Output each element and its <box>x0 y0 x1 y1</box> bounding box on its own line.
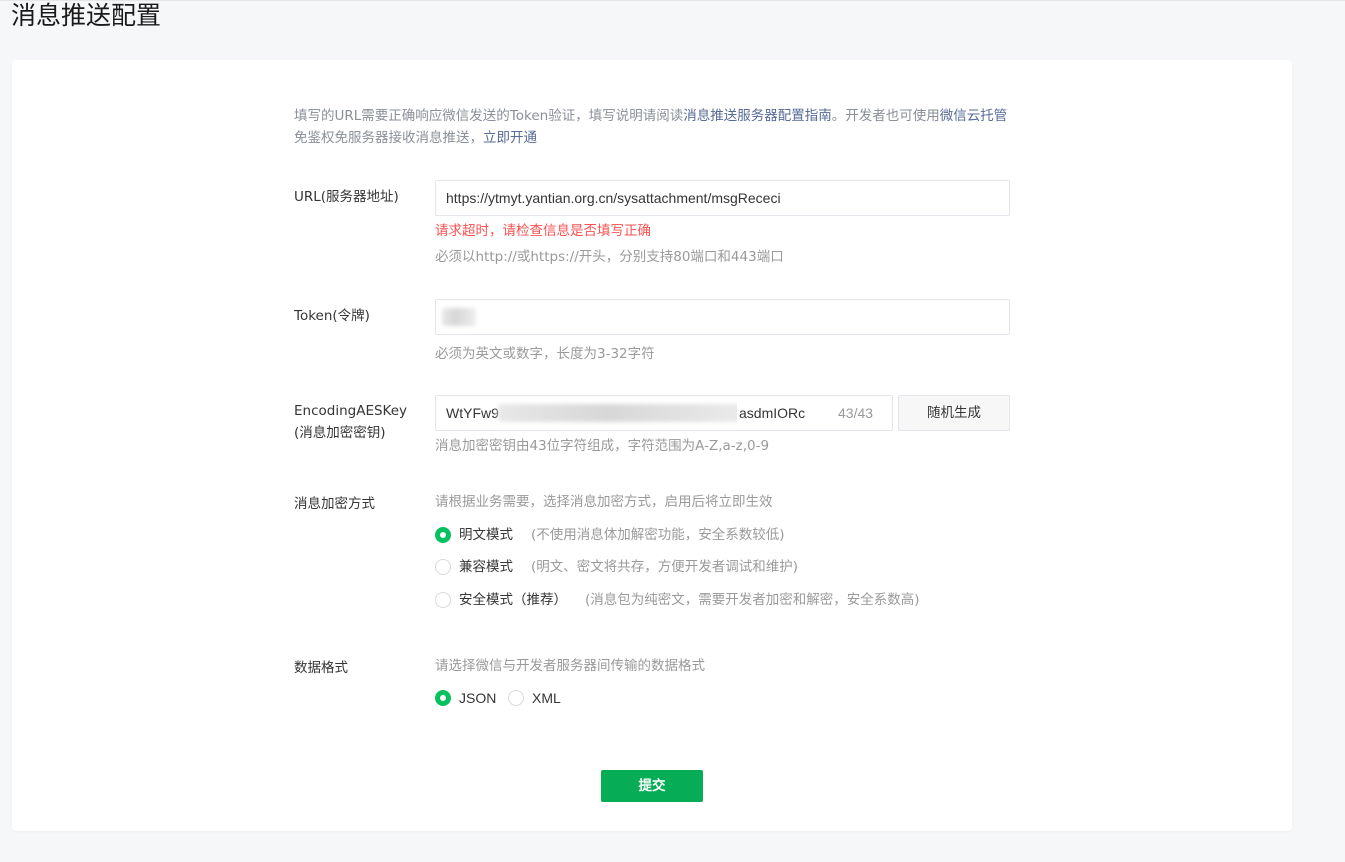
url-label: URL(服务器地址) <box>294 189 399 205</box>
intro-text-1: 填写的URL需要正确响应微信发送的Token验证，填写说明请阅读 <box>294 108 684 124</box>
radio-compatible-label: 兼容模式 <box>459 559 513 575</box>
random-generate-button[interactable]: 随机生成 <box>898 395 1010 431</box>
radio-secure[interactable] <box>435 592 451 608</box>
encrypt-option-plaintext[interactable]: 明文模式 (不使用消息体加解密功能，安全系数较低) <box>435 524 785 546</box>
token-tip: 必须为英文或数字，长度为3-32字符 <box>435 346 655 362</box>
aes-key-label: EncodingAESKey (消息加密密钥) <box>294 400 407 444</box>
radio-secure-label: 安全模式（推荐） <box>459 592 567 608</box>
aes-key-tip: 消息加密密钥由43位字符组成，字符范围为A-Z,a-z,0-9 <box>435 438 770 454</box>
encrypt-option-compatible[interactable]: 兼容模式 (明文、密文将共存，方便开发者调试和维护) <box>435 556 798 578</box>
radio-secure-desc: (消息包为纯密文，需要开发者加密和解密，安全系数高) <box>585 592 920 608</box>
aes-key-input[interactable]: WtYFw9 asdmIORc 43/43 <box>435 395 893 431</box>
top-divider <box>0 0 1345 1</box>
intro-text-3: 免鉴权免服务器接收消息推送， <box>294 130 483 146</box>
submit-button[interactable]: 提交 <box>601 770 703 802</box>
server-config-guide-link[interactable]: 消息推送服务器配置指南 <box>683 108 832 124</box>
encrypt-option-secure[interactable]: 安全模式（推荐） (消息包为纯密文，需要开发者加密和解密，安全系数高) <box>435 589 920 611</box>
redacted-token-mask <box>442 308 476 326</box>
wechat-cloud-hosting-link[interactable]: 微信云托管 <box>940 108 1008 124</box>
radio-plaintext-desc: (不使用消息体加解密功能，安全系数较低) <box>531 527 785 543</box>
url-tip: 必须以http://或https://开头，分别支持80端口和443端口 <box>435 249 784 265</box>
radio-compatible[interactable] <box>435 559 451 575</box>
format-option-xml[interactable]: XML <box>508 687 561 709</box>
aes-key-value-prefix: WtYFw9 <box>446 405 499 421</box>
redacted-aes-key-mask <box>498 404 768 422</box>
url-input[interactable]: https://ytmyt.yantian.org.cn/sysattachme… <box>435 180 1010 216</box>
radio-xml-label: XML <box>532 690 561 706</box>
radio-json-label: JSON <box>459 690 497 706</box>
radio-plaintext[interactable] <box>435 527 451 543</box>
encrypt-mode-label: 消息加密方式 <box>294 496 375 512</box>
aes-key-label-line1: EncodingAESKey <box>294 403 408 419</box>
activate-now-link[interactable]: 立即开通 <box>483 130 537 146</box>
aes-key-value-suffix: asdmIORc <box>737 396 806 430</box>
token-label: Token(令牌) <box>294 308 370 324</box>
config-card: 填写的URL需要正确响应微信发送的Token验证，填写说明请阅读消息推送服务器配… <box>12 60 1292 831</box>
radio-compatible-desc: (明文、密文将共存，方便开发者调试和维护) <box>531 559 799 575</box>
url-error-message: 请求超时，请检查信息是否填写正确 <box>435 223 651 239</box>
data-format-label: 数据格式 <box>294 660 348 676</box>
radio-plaintext-label: 明文模式 <box>459 527 513 543</box>
token-input[interactable] <box>435 299 1010 335</box>
aes-key-label-line2: (消息加密密钥) <box>294 425 386 441</box>
data-format-hint: 请选择微信与开发者服务器间传输的数据格式 <box>435 658 705 674</box>
radio-json[interactable] <box>435 690 451 706</box>
radio-xml[interactable] <box>508 690 524 706</box>
encrypt-mode-hint: 请根据业务需要，选择消息加密方式，启用后将立即生效 <box>435 494 773 510</box>
format-option-json[interactable]: JSON <box>435 687 496 709</box>
page-title: 消息推送配置 <box>11 1 162 30</box>
aes-key-char-count: 43/43 <box>838 405 874 421</box>
intro-text: 填写的URL需要正确响应微信发送的Token验证，填写说明请阅读消息推送服务器配… <box>294 105 1014 149</box>
intro-text-2: 。开发者也可使用 <box>831 108 940 124</box>
